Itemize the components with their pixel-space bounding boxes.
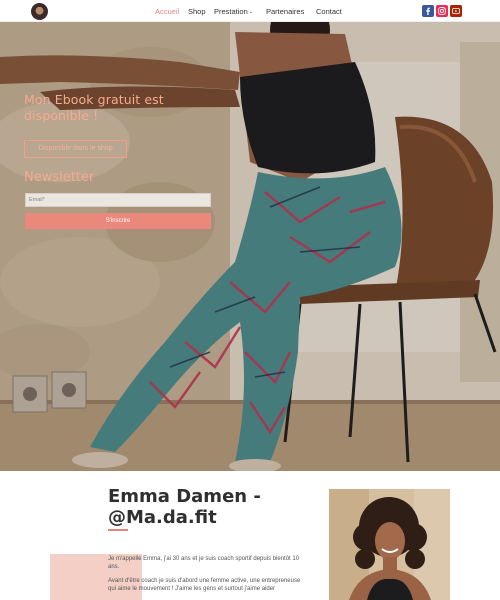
- chevron-down-icon: ⌄: [248, 9, 253, 15]
- instagram-icon[interactable]: [436, 5, 448, 17]
- about-paragraph: Je m'appelle Emma, j'ai 30 ans et je sui…: [108, 556, 300, 570]
- youtube-icon[interactable]: [450, 5, 462, 17]
- site-header: Accueil Shop Prestation⌄ Partenaires Con…: [0, 0, 500, 22]
- hero-background-image: [0, 22, 500, 471]
- nav-item-contact[interactable]: Contact: [316, 7, 342, 17]
- subscribe-button[interactable]: S'inscrire: [25, 213, 211, 229]
- nav-item-prestation-label: Prestation: [214, 7, 248, 16]
- about-paragraph: Avant d'être coach je suis d'abord une f…: [108, 578, 301, 592]
- nav-item-accueil[interactable]: Accueil: [155, 7, 179, 17]
- facebook-icon[interactable]: [422, 5, 434, 17]
- nav-item-prestation[interactable]: Prestation⌄: [214, 7, 253, 18]
- about-title: Emma Damen - @Ma.da.fit: [108, 486, 261, 528]
- nav-item-partenaires[interactable]: Partenaires: [266, 7, 304, 17]
- ebook-shop-button[interactable]: Disponible dans le shop: [24, 140, 127, 158]
- portrait-photo: [329, 489, 450, 600]
- about-text: Je m'appelle Emma, j'ai 30 ans et je sui…: [108, 555, 303, 599]
- title-underline: [108, 529, 128, 531]
- newsletter-title: Newsletter: [24, 170, 95, 185]
- email-field[interactable]: [25, 193, 211, 207]
- nav-item-shop[interactable]: Shop: [188, 7, 206, 17]
- ebook-title: Mon Ebook gratuit est disponible !: [24, 92, 164, 123]
- hero-section: Mon Ebook gratuit est disponible ! Dispo…: [0, 22, 500, 471]
